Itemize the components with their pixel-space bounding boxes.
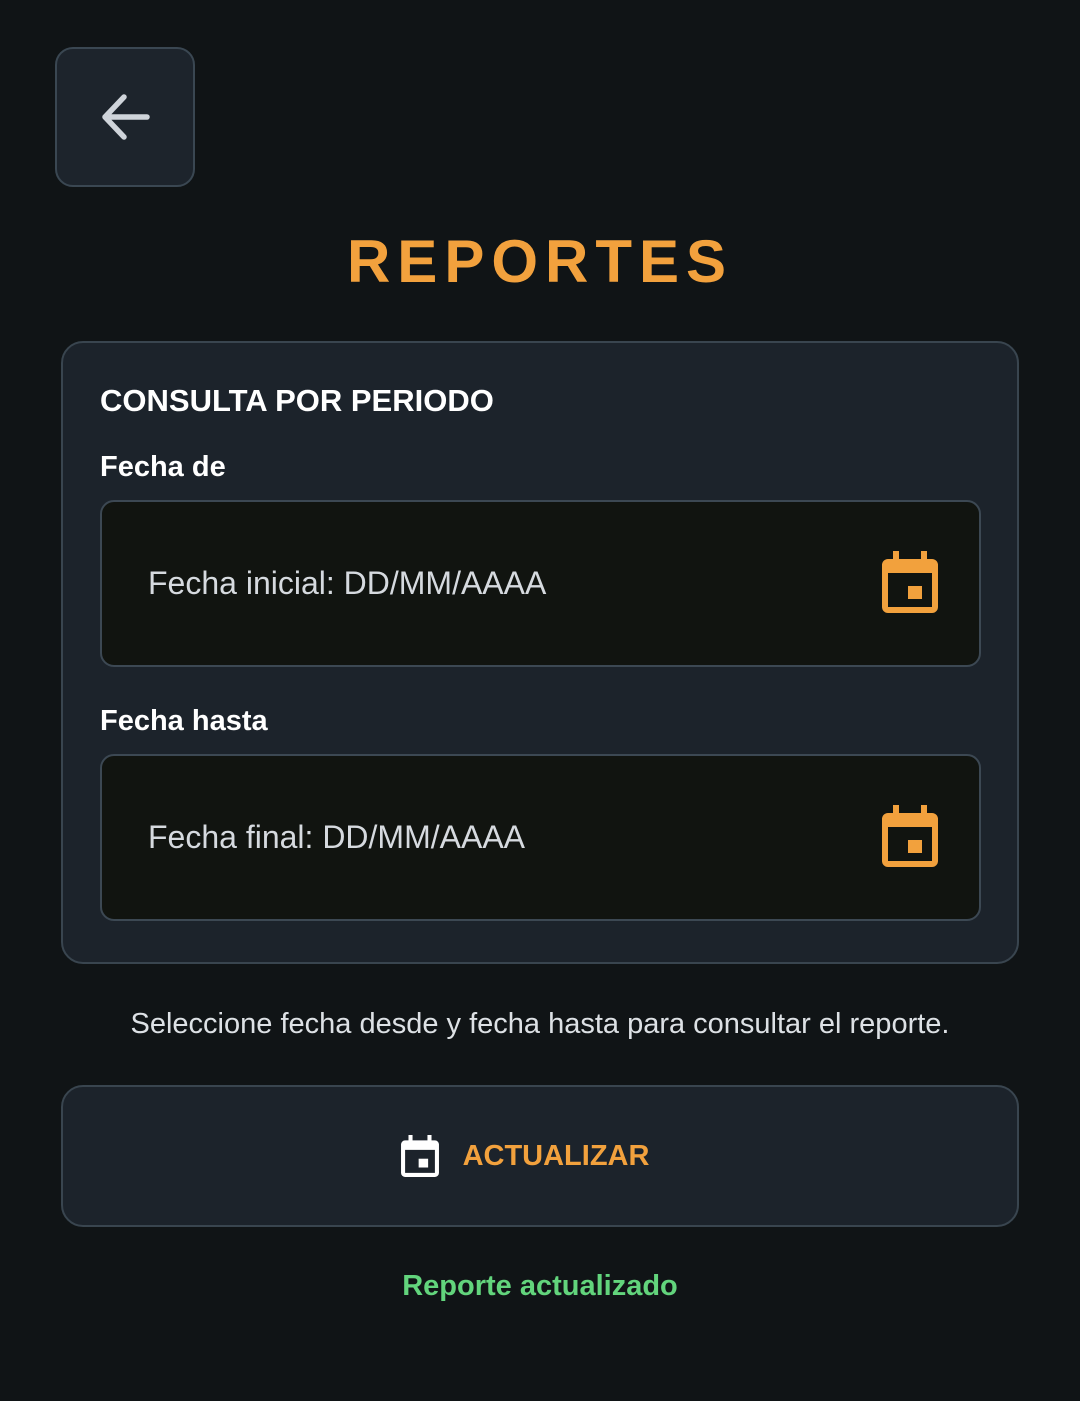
- to-date-label: Fecha hasta: [100, 705, 268, 737]
- calendar-icon[interactable]: [882, 805, 938, 867]
- to-date-field[interactable]: [100, 754, 981, 921]
- update-button[interactable]: ACTUALIZAR: [61, 1085, 1019, 1227]
- arrow-left-icon: [102, 94, 150, 140]
- to-date-input[interactable]: [148, 756, 848, 919]
- from-date-field[interactable]: [100, 500, 981, 667]
- period-card: CONSULTA POR PERIODO Fecha de Fecha hast…: [61, 341, 1019, 964]
- back-button[interactable]: [55, 47, 195, 187]
- status-message: Reporte actualizado: [402, 1270, 678, 1302]
- from-date-label: Fecha de: [100, 451, 226, 483]
- calendar-icon: [400, 1135, 439, 1177]
- page-title: REPORTES: [346, 228, 734, 295]
- update-button-label: ACTUALIZAR: [462, 1140, 650, 1172]
- helper-text: Seleccione fecha desde y fecha hasta par…: [130, 1008, 950, 1040]
- calendar-icon[interactable]: [882, 551, 938, 613]
- from-date-input[interactable]: [148, 502, 848, 665]
- card-title: CONSULTA POR PERIODO: [100, 383, 494, 418]
